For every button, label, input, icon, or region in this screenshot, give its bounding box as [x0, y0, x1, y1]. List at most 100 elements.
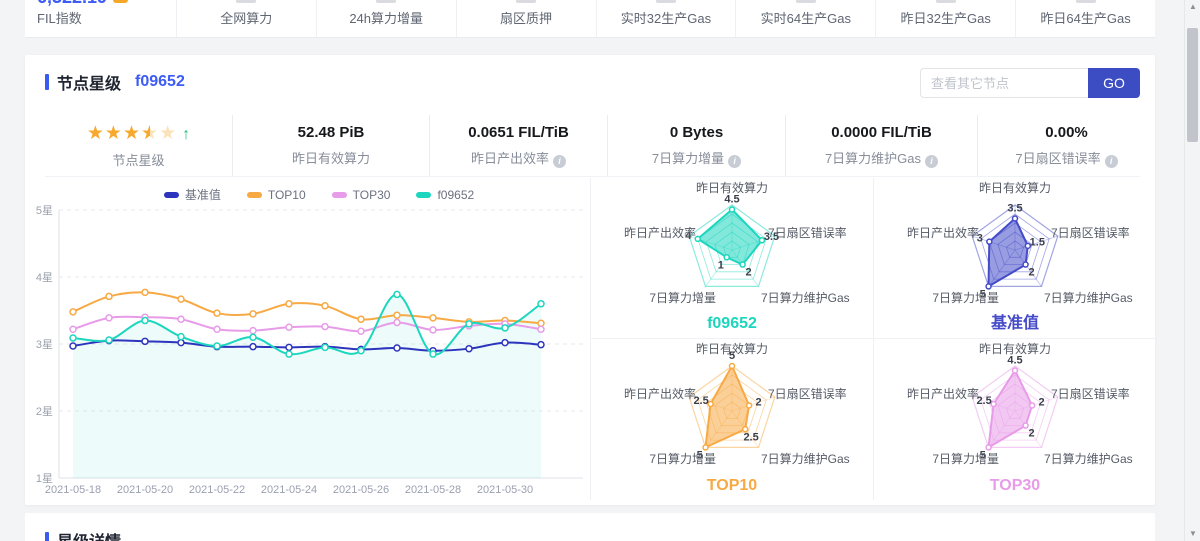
data-point — [537, 300, 545, 308]
stat-label-text: 7日扇区错误率 — [1015, 151, 1101, 166]
radar-value-label: 4.5 — [724, 194, 739, 206]
radar-axis-label: 7日算力增量 — [932, 451, 999, 466]
info-icon[interactable]: i — [925, 155, 939, 168]
radar-data-point — [1022, 422, 1029, 429]
radar-data-point — [694, 235, 702, 243]
data-point — [393, 318, 401, 327]
radar-data-polygon — [696, 208, 763, 266]
x-axis-label: 2021-05-18 — [45, 484, 101, 496]
radar-value-label: 2 — [1028, 428, 1034, 440]
ticker-label: 扇区质押 — [500, 11, 553, 26]
stat-label-text: 昨日有效算力 — [291, 151, 370, 166]
radar-data-point — [702, 444, 709, 451]
radar-value-label: 2.5 — [743, 431, 758, 443]
star-fill: ★ — [141, 123, 150, 145]
radar-value-label: 2 — [745, 267, 751, 279]
radar-value-label: 1 — [718, 259, 724, 271]
data-point — [141, 337, 149, 346]
radar-cell-TOP10: 5 2 2.5 5 2.5 昨日有效算力 7日扇区错误率 7日算力维护Gas 7日算力增量 昨日产… — [591, 339, 874, 500]
detail-title: 星级详情 — [57, 528, 121, 541]
radar-axis-label: 昨日产出效率 — [907, 386, 979, 401]
stat-label-text: 7日算力增量 — [651, 151, 725, 166]
radar-svg-TOP10: 522.552.5昨日有效算力7日扇区错误率7日算力维护Gas7日算力增量昨日产… — [624, 341, 850, 466]
clipped-value-remnant — [376, 0, 397, 3]
section-title: 节点星级 — [57, 76, 122, 93]
data-point — [429, 326, 437, 334]
clipped-value-remnant — [1075, 0, 1096, 3]
radar-value-label: 4.5 — [1007, 355, 1022, 367]
info-icon[interactable]: i — [553, 155, 566, 168]
data-point — [249, 333, 257, 342]
legend-swatch — [331, 191, 347, 198]
star-detail-card: 星级详情 — [25, 513, 1155, 541]
info-icon[interactable]: i — [1104, 155, 1118, 168]
clipped-value-remnant — [236, 0, 257, 3]
ticker-item-4[interactable]: 扇区质押 — [457, 0, 597, 37]
clipped-value-remnant — [516, 0, 537, 3]
radar-title-TOP30: TOP30 — [989, 477, 1041, 494]
clipped-value-remnant — [655, 0, 676, 3]
scrollbar-thumb[interactable] — [1187, 28, 1198, 142]
go-button[interactable]: GO — [1088, 68, 1140, 98]
ticker-item-1[interactable]: 6,322.19 FIL指数 — [25, 0, 177, 37]
radar-chart-grid: 4.5 3.5 2 1 4 昨日有效算力 7日扇区错误率 7日算力维护Gas 7日算力增量 昨日产… — [590, 178, 1156, 500]
legend-swatch — [163, 191, 179, 198]
info-icon[interactable]: i — [728, 155, 742, 168]
radar-svg-基准值: 3.51.5253昨日有效算力7日扇区错误率7日算力维护Gas7日算力增量昨日产… — [907, 180, 1133, 305]
stat-label: 昨日产出效率 i — [430, 148, 607, 168]
ticker-item-6[interactable]: 实时64生产Gas — [736, 0, 877, 37]
scroll-down-icon[interactable]: ▼ — [1185, 527, 1200, 541]
stat-value: 0.0000 FIL/TiB — [831, 124, 932, 141]
radar-axis-label: 昨日有效算力 — [979, 341, 1051, 356]
radar-value-label: 3.5 — [1007, 203, 1022, 215]
legend-label: TOP10 — [267, 187, 306, 202]
radar-axis-label: 7日算力增量 — [932, 290, 999, 305]
data-point — [501, 338, 509, 347]
scroll-up-icon[interactable]: ▲ — [1185, 0, 1200, 14]
node-search: GO — [920, 68, 1140, 98]
legend-item-TOP10[interactable]: TOP10 — [246, 186, 306, 203]
radar-value-label: 2 — [756, 396, 762, 408]
node-id-link[interactable]: f09652 — [135, 73, 185, 91]
radar-data-point — [1022, 261, 1029, 268]
ticker-item-7[interactable]: 昨日32生产Gas — [876, 0, 1017, 37]
coin-icon — [113, 0, 129, 3]
radar-data-point — [728, 206, 736, 213]
legend-item-f09652[interactable]: f09652 — [416, 186, 474, 203]
search-input[interactable] — [920, 68, 1088, 98]
ticker-label: FIL指数 — [37, 11, 82, 26]
radar-axis-label: 7日扇区错误率 — [768, 386, 847, 401]
x-axis-label: 2021-05-22 — [189, 484, 245, 496]
accent-bar-icon — [45, 532, 49, 541]
data-point — [105, 314, 113, 322]
ticker-item-3[interactable]: 24h算力增量 — [317, 0, 457, 37]
section-header: 节点星级 f09652 — [45, 70, 185, 94]
legend-swatch — [246, 191, 262, 198]
data-point — [393, 311, 401, 319]
ticker-item-8[interactable]: 昨日64生产Gas — [1016, 0, 1155, 37]
radar-cell-TOP30: 4.5 2 2 5 2.5 昨日有效算力 7日扇区错误率 7日算力维护Gas 7日算力增量 昨日产… — [874, 339, 1156, 500]
ticker-item-5[interactable]: 实时32生产Gas — [597, 0, 737, 37]
y-axis-label: 2星 — [36, 405, 53, 418]
data-point — [465, 344, 473, 353]
legend-item-基准值[interactable]: 基准值 — [163, 186, 221, 203]
star-half-icon: ★★ — [141, 123, 159, 145]
radar-data-point — [985, 444, 992, 451]
ticker-item-2[interactable]: 全网算力 — [177, 0, 317, 37]
radar-title-f09652: f09652 — [707, 315, 757, 332]
radar-data-point — [1011, 367, 1019, 374]
radar-data-point — [990, 400, 997, 408]
stat-label-text: 昨日产出效率 — [470, 151, 549, 166]
radar-svg-f09652: 4.53.5214昨日有效算力7日扇区错误率7日算力维护Gas7日算力增量昨日产… — [624, 180, 850, 305]
data-point — [141, 288, 149, 297]
data-point — [537, 325, 545, 334]
data-point — [321, 322, 329, 331]
radar-axis-label: 7日扇区错误率 — [768, 225, 847, 240]
x-axis-label: 2021-05-26 — [333, 484, 389, 496]
scrollbar[interactable]: ▲ ▼ — [1184, 0, 1200, 541]
legend-item-TOP30[interactable]: TOP30 — [331, 186, 390, 203]
data-point — [249, 342, 257, 351]
ticker-bar: 6,322.19 FIL指数 全网算力 24h算力增量 扇区质押 实时32生产Gas 实时6… — [25, 0, 1155, 38]
clipped-value-remnant — [795, 0, 816, 3]
stat-rating: ★★★★★★↑ 节点星级 — [45, 115, 233, 176]
